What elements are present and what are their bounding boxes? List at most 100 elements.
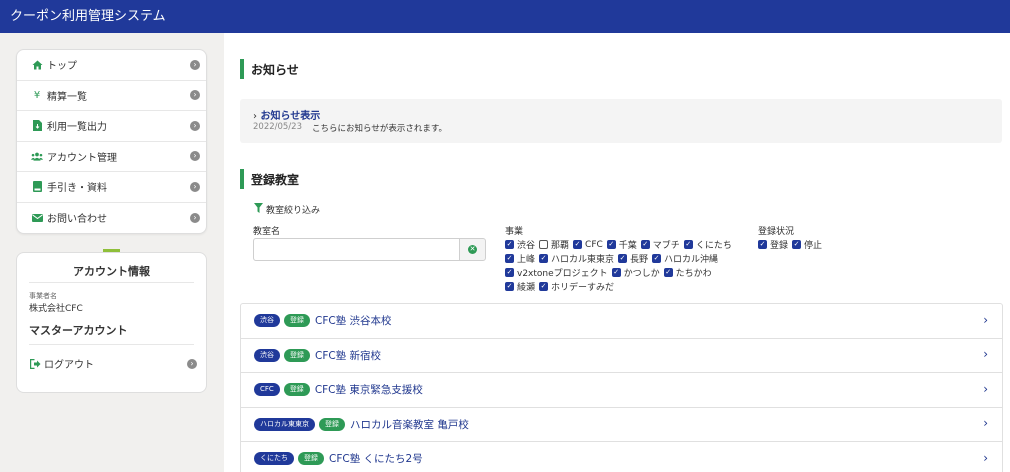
checkbox-checked-icon: ✓ <box>505 282 514 291</box>
notice-date: 2022/05/23 <box>253 122 302 132</box>
business-checkbox[interactable]: ✓ マブチ <box>640 238 680 251</box>
checkbox-checked-icon: ✓ <box>573 240 583 249</box>
checkbox-checked-icon: ✓ <box>606 240 616 249</box>
sidebar-item-usage-export[interactable]: 利用一覧出力 › <box>17 111 206 142</box>
checkbox-label: くにたち <box>695 241 732 251</box>
school-row[interactable]: くにたち 登録 CFC塾 くにたち2号 › <box>240 441 1003 472</box>
school-row[interactable]: 渋谷 登録 CFC塾 渋谷本校 › <box>240 303 1003 338</box>
business-checkbox[interactable]: ✓ かつしか <box>611 266 660 279</box>
yen-icon: ¥ <box>33 89 41 101</box>
account-role: マスターアカウント <box>29 324 128 337</box>
filter-toggle[interactable]: 教室絞り込み <box>254 203 320 216</box>
chevron-right-icon: › <box>983 381 988 396</box>
sidebar: トップ › ¥ 精算一覧 › 利用一覧出力 › アカウント管理 › 手引き・資料… <box>0 33 224 472</box>
school-row[interactable]: ハロカル東東京 登録 ハロカル音楽教室 亀戸校 › <box>240 406 1003 441</box>
business-checkbox[interactable]: ✓ 渋谷 <box>505 238 535 251</box>
school-name: CFC塾 渋谷本校 <box>315 315 392 328</box>
filter-toggle-label: 教室絞り込み <box>266 206 321 216</box>
logout-link[interactable]: ログアウト › <box>29 356 197 371</box>
main-content: お知らせ › お知らせ表示 2022/05/23 こちらにお知らせが表示されます… <box>224 33 1010 472</box>
section-accent-bar <box>240 169 244 189</box>
status-checkbox[interactable]: ✓ 停止 <box>792 238 822 251</box>
chevron-right-icon: › <box>983 312 988 327</box>
sidebar-item-account-management[interactable]: アカウント管理 › <box>17 142 206 172</box>
business-checkbox[interactable]: ✓ ホリデーすみだ <box>539 280 614 293</box>
chevron-right-icon: › <box>190 181 200 192</box>
business-checkbox[interactable]: ✓ ハロカル沖縄 <box>652 252 718 265</box>
file-download-icon <box>31 120 43 132</box>
business-checkbox[interactable]: ✓ 長野 <box>618 252 648 265</box>
school-name: CFC塾 東京緊急支援校 <box>314 384 423 397</box>
sidebar-item-label: 手引き・資料 <box>47 183 107 195</box>
sidebar-item-label: お問い合わせ <box>47 214 107 226</box>
business-checkbox[interactable]: ✓ たちかわ <box>663 266 712 279</box>
clear-name-button[interactable]: ✕ <box>459 238 486 261</box>
account-panel-title: アカウント情報 <box>73 265 150 278</box>
chevron-right-icon: › <box>253 111 257 122</box>
sidebar-item-guides[interactable]: 手引き・資料 › <box>17 172 206 203</box>
sidebar-item-label: アカウント管理 <box>47 152 117 164</box>
notice-toggle-label: お知らせ表示 <box>260 111 321 122</box>
notice-toggle-link[interactable]: › お知らせ表示 <box>253 107 320 122</box>
business-checkbox[interactable]: ✓ 千葉 <box>606 238 637 251</box>
checkbox-label: 上峰 <box>517 255 536 265</box>
business-checkbox[interactable]: ✓ v2xtoneプロジェクト <box>505 266 608 279</box>
account-panel: アカウント情報 事業者名 株式会社CFC マスターアカウント ログアウト › <box>16 252 207 393</box>
divider <box>29 344 194 345</box>
checkbox-label: 長野 <box>630 255 649 265</box>
business-badge: 渋谷 <box>254 314 280 328</box>
checkbox-checked-icon: ✓ <box>618 254 628 263</box>
school-list: 渋谷 登録 CFC塾 渋谷本校 › 渋谷 登録 CFC塾 新宿校 › CFC 登… <box>240 303 1003 472</box>
business-checkbox[interactable]: 那覇 <box>539 238 569 251</box>
status-badge: 登録 <box>284 348 310 362</box>
school-row[interactable]: 渋谷 登録 CFC塾 新宿校 › <box>240 337 1003 372</box>
checkbox-checked-icon: ✓ <box>611 268 621 277</box>
checkbox-checked-icon: ✓ <box>792 240 802 249</box>
status-badge: 登録 <box>283 383 310 397</box>
school-name: CFC塾 新宿校 <box>315 349 382 362</box>
status-badge: 登録 <box>298 452 324 466</box>
business-checkbox[interactable]: ✓ CFC <box>573 240 603 250</box>
business-filter-label: 事業 <box>505 227 524 237</box>
users-icon <box>31 150 43 162</box>
status-badge: 登録 <box>284 314 310 328</box>
chevron-right-icon: › <box>190 212 200 223</box>
clear-icon: ✕ <box>468 245 477 254</box>
checkbox-checked-icon: ✓ <box>539 282 549 291</box>
logout-label: ログアウト <box>44 360 94 371</box>
checkbox-label: マブチ <box>652 241 680 251</box>
status-checkbox[interactable]: ✓ 登録 <box>758 238 788 251</box>
home-icon <box>31 59 43 71</box>
checkbox-label: 登録 <box>770 241 789 251</box>
checkbox-checked-icon: ✓ <box>539 254 549 263</box>
checkbox-checked-icon: ✓ <box>505 254 514 263</box>
checkbox-label: 那覇 <box>551 241 570 251</box>
school-name-input[interactable] <box>253 238 460 261</box>
sidebar-item-label: 精算一覧 <box>47 91 87 103</box>
app-title: クーポン利用管理システム <box>10 9 166 24</box>
checkbox-label: たちかわ <box>675 269 712 279</box>
sidebar-item-top[interactable]: トップ › <box>17 50 206 81</box>
envelope-icon <box>31 212 43 224</box>
checkbox-checked-icon: ✓ <box>758 240 767 249</box>
sidebar-item-settlements[interactable]: ¥ 精算一覧 › <box>17 81 206 111</box>
checkbox-label: かつしか <box>623 269 660 279</box>
status-badge: 登録 <box>319 417 345 431</box>
school-row[interactable]: CFC 登録 CFC塾 東京緊急支援校 › <box>240 372 1003 407</box>
checkbox-label: 停止 <box>804 241 823 251</box>
business-checkbox[interactable]: ✓ 綾瀬 <box>505 280 535 293</box>
business-checkbox[interactable]: ✓ 上峰 <box>505 252 535 265</box>
sidebar-item-contact[interactable]: お問い合わせ › <box>17 203 206 234</box>
business-name-label: 事業者名 <box>29 292 57 300</box>
sidebar-item-label: 利用一覧出力 <box>47 122 107 134</box>
status-checkbox-row: ✓ 登録 ✓ 停止 <box>758 238 826 251</box>
checkbox-label: 渋谷 <box>517 241 536 251</box>
chevron-right-icon: › <box>983 450 988 465</box>
sidebar-menu: トップ › ¥ 精算一覧 › 利用一覧出力 › アカウント管理 › 手引き・資料… <box>16 49 207 234</box>
notices-title: お知らせ <box>251 62 299 77</box>
checkbox-checked-icon: ✓ <box>505 240 514 249</box>
business-checkbox[interactable]: ✓ ハロカル東東京 <box>539 252 614 265</box>
business-checkbox[interactable]: ✓ くにたち <box>683 238 732 251</box>
checkbox-label: ハロカル沖縄 <box>664 255 719 265</box>
filter-icon <box>254 203 263 216</box>
